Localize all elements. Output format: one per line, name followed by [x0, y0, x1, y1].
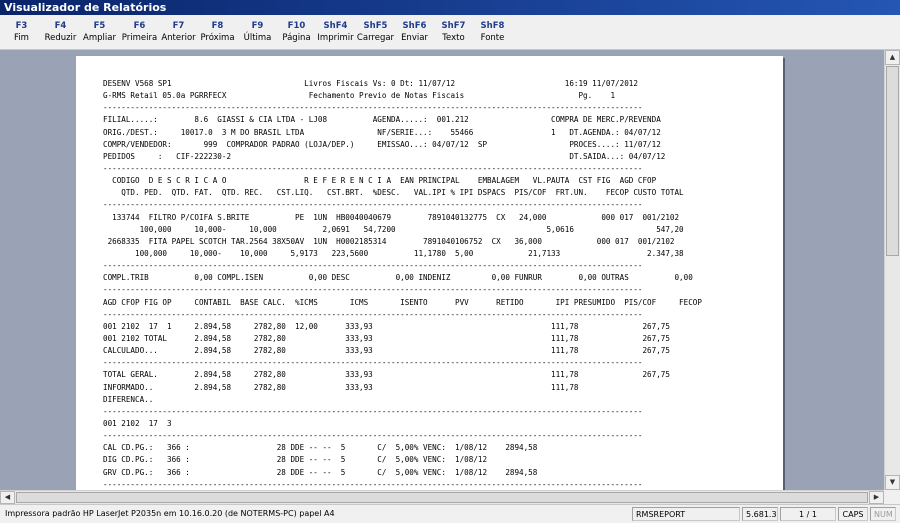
scroll-right-icon[interactable]: ▶ — [869, 491, 884, 504]
report-line: 001 2102 TOTAL 2.894,58 2782,80 333,93 1… — [103, 333, 670, 343]
load-button[interactable]: ShF5 Carregar — [356, 18, 395, 48]
report-line: TOTAL GERAL. 2.894,58 2782,80 333,93 111… — [103, 370, 670, 380]
caps-lock-status: CAPS — [838, 507, 868, 521]
send-button[interactable]: ShF6 Enviar — [395, 18, 434, 48]
zoom-in-key: F5 — [93, 21, 106, 31]
zoom-out-key: F4 — [54, 21, 67, 31]
report-separator: ----------------------------------------… — [103, 261, 643, 271]
report-separator: ----------------------------------------… — [103, 406, 643, 416]
last-page-label: Última — [243, 33, 272, 43]
zoom-out-button[interactable]: F4 Reduzir — [41, 18, 80, 48]
scroll-down-icon[interactable]: ▼ — [885, 475, 900, 490]
report-line: 001 2102 17 1 2.894,58 2782,80 12,00 333… — [103, 321, 670, 331]
report-line: AGD CFOP FIG OP CONTABIL BASE CALC. %ICM… — [103, 297, 702, 307]
report-line: INFORMADO.. 2.894,58 2782,80 333,93 111,… — [103, 382, 579, 392]
window-title: Visualizador de Relatórios — [0, 0, 900, 15]
report-line: COMPL.TRIB 0,00 COMPL.ISEN 0,00 DESC 0,0… — [103, 273, 693, 283]
horizontal-scroll-thumb[interactable] — [16, 492, 868, 503]
report-line: FILIAL.....: 8.6 GIASSI & CIA LTDA - LJ0… — [103, 115, 661, 125]
end-key: F3 — [15, 21, 28, 31]
previous-page-label: Anterior — [161, 33, 196, 43]
last-page-key: F9 — [251, 21, 264, 31]
font-button[interactable]: ShF8 Fonte — [473, 18, 512, 48]
next-page-key: F8 — [211, 21, 224, 31]
previous-page-key: F7 — [172, 21, 185, 31]
report-viewport[interactable]: DESENV V568 SP1 Livros Fiscais Vs: 0 Dt:… — [0, 50, 884, 490]
report-separator: ----------------------------------------… — [103, 431, 643, 441]
report-separator: ----------------------------------------… — [103, 285, 643, 295]
zoom-status: 5.681.3 — [742, 507, 778, 521]
report-line: QTD. PED. QTD. FAT. QTD. REC. CST.LIQ. C… — [103, 188, 684, 198]
report-line: G-RMS Retail 05.0a PGRRFECX Fechamento P… — [103, 91, 616, 101]
previous-page-button[interactable]: F7 Anterior — [159, 18, 198, 48]
load-key: ShF5 — [363, 21, 388, 31]
report-line: CAL CD.PG.: 366 : 28 DDE -- -- 5 C/ 5,00… — [103, 443, 538, 453]
report-line: GRV CD.PG.: 366 : 28 DDE -- -- 5 C/ 5,00… — [103, 467, 538, 477]
next-page-label: Próxima — [200, 33, 235, 43]
report-separator: ----------------------------------------… — [103, 479, 643, 489]
scroll-up-icon[interactable]: ▲ — [885, 50, 900, 65]
text-key: ShF7 — [441, 21, 466, 31]
report-separator: ----------------------------------------… — [103, 103, 643, 113]
scrollbar-corner — [884, 490, 900, 504]
go-to-page-key: F10 — [287, 21, 306, 31]
end-button[interactable]: F3 Fim — [2, 18, 41, 48]
font-label: Fonte — [480, 33, 505, 43]
report-text: DESENV V568 SP1 Livros Fiscais Vs: 0 Dt:… — [103, 78, 702, 490]
print-key: ShF4 — [323, 21, 348, 31]
report-line: COMPR/VENDEDOR: 999 COMPRADOR PADRAO (LO… — [103, 139, 661, 149]
print-button[interactable]: ShF4 Imprimir — [316, 18, 355, 48]
report-separator: ----------------------------------------… — [103, 200, 643, 210]
vertical-scrollbar[interactable]: ▲ ▼ — [884, 50, 900, 490]
page-status: 1 / 1 — [780, 507, 836, 521]
last-page-button[interactable]: F9 Última — [238, 18, 277, 48]
send-label: Enviar — [401, 33, 428, 43]
horizontal-scrollbar[interactable]: ◀ ▶ — [0, 490, 884, 504]
first-page-label: Primeira — [121, 33, 158, 43]
report-line: CALCULADO... 2.894,58 2782,80 333,93 111… — [103, 346, 670, 356]
end-label: Fim — [14, 33, 29, 43]
num-lock-status: NUM — [870, 507, 896, 521]
print-label: Imprimir — [317, 33, 354, 43]
report-line: DESENV V568 SP1 Livros Fiscais Vs: 0 Dt:… — [103, 79, 638, 88]
vertical-scroll-thumb[interactable] — [886, 66, 899, 256]
report-separator: ----------------------------------------… — [103, 309, 643, 319]
report-line: DIFERENCA.. — [103, 394, 154, 404]
status-bar: Impressora padrão HP LaserJet P2035n em … — [0, 504, 900, 523]
scroll-left-icon[interactable]: ◀ — [0, 491, 15, 504]
zoom-in-label: Ampliar — [83, 33, 116, 43]
text-label: Texto — [442, 33, 465, 43]
report-separator: ----------------------------------------… — [103, 163, 643, 173]
first-page-key: F6 — [133, 21, 146, 31]
report-line: 133744 FILTRO P/COIFA S.BRITE PE 1UN HB0… — [103, 212, 680, 222]
report-separator: ----------------------------------------… — [103, 358, 643, 368]
send-key: ShF6 — [402, 21, 427, 31]
report-line: 100,000 10,000- 10,000 2,0691 54,7200 5,… — [103, 224, 684, 234]
text-button[interactable]: ShF7 Texto — [434, 18, 473, 48]
font-key: ShF8 — [480, 21, 505, 31]
report-line: PEDIDOS : CIF-222230-2 DT.SAIDA...: 04/0… — [103, 151, 666, 161]
report-name-status: RMSREPORT — [632, 507, 740, 521]
first-page-button[interactable]: F6 Primeira — [120, 18, 159, 48]
report-line: ORIG./DEST.: 10017.0 3 M DO BRASIL LTDA … — [103, 127, 661, 137]
toolbar: F3 Fim F4 Reduzir F5 Ampliar F6 Primeira F7 A… — [0, 15, 900, 50]
report-line: CODIGO D E S C R I C A O R E F E R E N C… — [103, 176, 657, 186]
zoom-in-button[interactable]: F5 Ampliar — [80, 18, 119, 48]
zoom-out-label: Reduzir — [44, 33, 77, 43]
report-line: 100,000 10,000- 10,000 5,9173 223,5600 1… — [103, 248, 684, 258]
go-to-page-button[interactable]: F10 Página — [277, 18, 316, 48]
printer-status: Impressora padrão HP LaserJet P2035n em … — [5, 509, 335, 518]
report-line: DIG CD.PG.: 366 : 28 DDE -- -- 5 C/ 5,00… — [103, 455, 488, 465]
report-page: DESENV V568 SP1 Livros Fiscais Vs: 0 Dt:… — [76, 56, 783, 490]
report-line: 2668335 FITA PAPEL SCOTCH TAR.2564 38X50… — [103, 236, 675, 246]
report-line: 001 2102 17 3 — [103, 418, 172, 428]
go-to-page-label: Página — [282, 33, 311, 43]
load-label: Carregar — [356, 33, 395, 43]
next-page-button[interactable]: F8 Próxima — [198, 18, 237, 48]
